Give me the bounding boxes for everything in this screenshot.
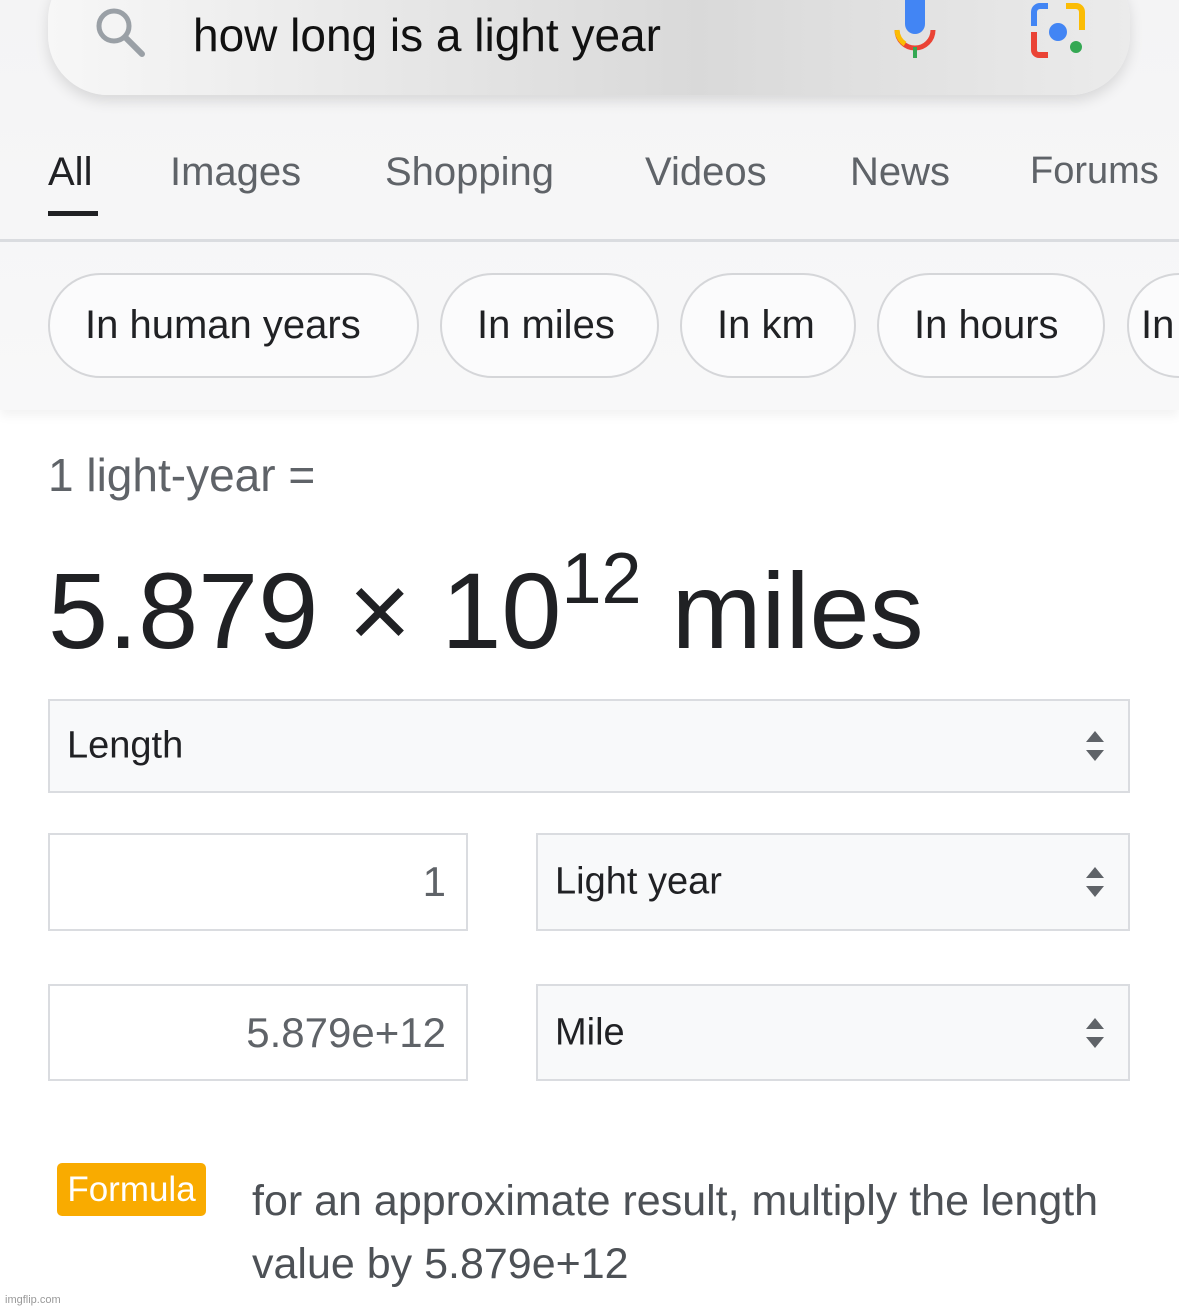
chip-in-miles[interactable]: In miles — [440, 273, 659, 378]
watermark: imgflip.com — [5, 1294, 61, 1306]
from-value-input[interactable]: 1 — [48, 833, 468, 931]
formula-text: for an approximate result, multiply the … — [252, 1177, 1099, 1288]
conversion-equation: 1 light-year = — [48, 449, 316, 501]
result-mantissa: 5.879 × 10 — [48, 550, 562, 671]
category-select[interactable]: Length — [48, 699, 1130, 793]
tab-shopping[interactable]: Shopping — [385, 150, 554, 195]
conversion-result: 5.879 × 1012 miles — [48, 539, 924, 673]
category-value: Length — [67, 724, 184, 767]
search-header: how long is a light year All Images Shop… — [0, 0, 1179, 410]
search-bar[interactable]: how long is a light year — [48, 0, 1130, 95]
mic-icon[interactable] — [892, 0, 938, 60]
from-unit-select[interactable]: Light year — [536, 833, 1130, 931]
to-unit-select[interactable]: Mile — [536, 984, 1130, 1081]
result-unit: miles — [671, 550, 924, 671]
active-tab-indicator — [48, 211, 98, 216]
tab-forums[interactable]: Forums — [1030, 150, 1159, 193]
chip-in-km[interactable]: In km — [680, 273, 856, 378]
to-unit-value: Mile — [555, 1011, 625, 1053]
lens-icon[interactable] — [1030, 2, 1088, 58]
chip-in-hours[interactable]: In hours — [877, 273, 1105, 378]
select-arrows-icon — [1086, 1017, 1104, 1048]
select-arrows-icon — [1086, 867, 1104, 897]
select-arrows-icon — [1086, 731, 1104, 761]
tab-news[interactable]: News — [850, 150, 950, 195]
search-icon[interactable] — [92, 4, 148, 60]
result-exponent: 12 — [561, 539, 642, 619]
tab-videos[interactable]: Videos — [645, 150, 767, 195]
search-tabs: All Images Shopping Videos News Forums — [0, 150, 1179, 240]
from-unit-value: Light year — [555, 860, 722, 903]
tabs-divider — [0, 239, 1179, 242]
to-value-input[interactable]: 5.879e+12 — [48, 984, 468, 1081]
chip-in-human-years[interactable]: In human years — [48, 273, 419, 378]
chip-more[interactable]: In — [1127, 273, 1179, 378]
search-query[interactable]: how long is a light year — [193, 8, 661, 62]
tab-images[interactable]: Images — [170, 150, 301, 195]
tab-all[interactable]: All — [48, 150, 92, 195]
formula-badge: Formula — [57, 1163, 206, 1216]
